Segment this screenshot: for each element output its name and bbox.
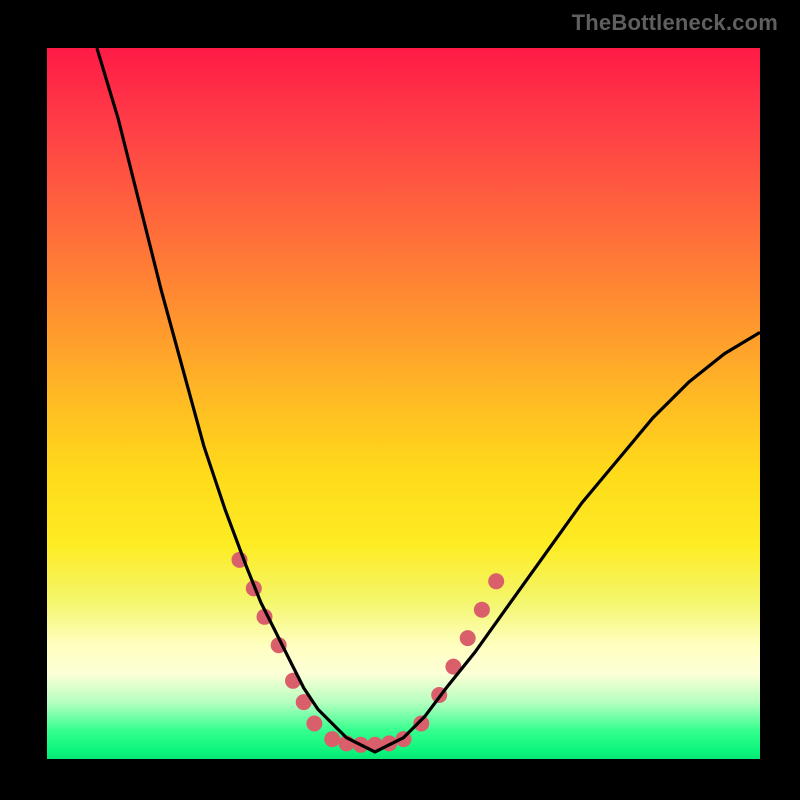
highlight-dot (474, 602, 490, 618)
highlight-dot (324, 731, 340, 747)
chart-frame: TheBottleneck.com (0, 0, 800, 800)
curve-layer (47, 48, 760, 759)
highlight-dots (232, 552, 505, 753)
highlight-dot (488, 573, 504, 589)
highlight-dot (306, 716, 322, 732)
plot-area (47, 48, 760, 759)
highlight-dot (460, 630, 476, 646)
watermark-text: TheBottleneck.com (572, 10, 778, 36)
bottleneck-curve (97, 48, 760, 752)
